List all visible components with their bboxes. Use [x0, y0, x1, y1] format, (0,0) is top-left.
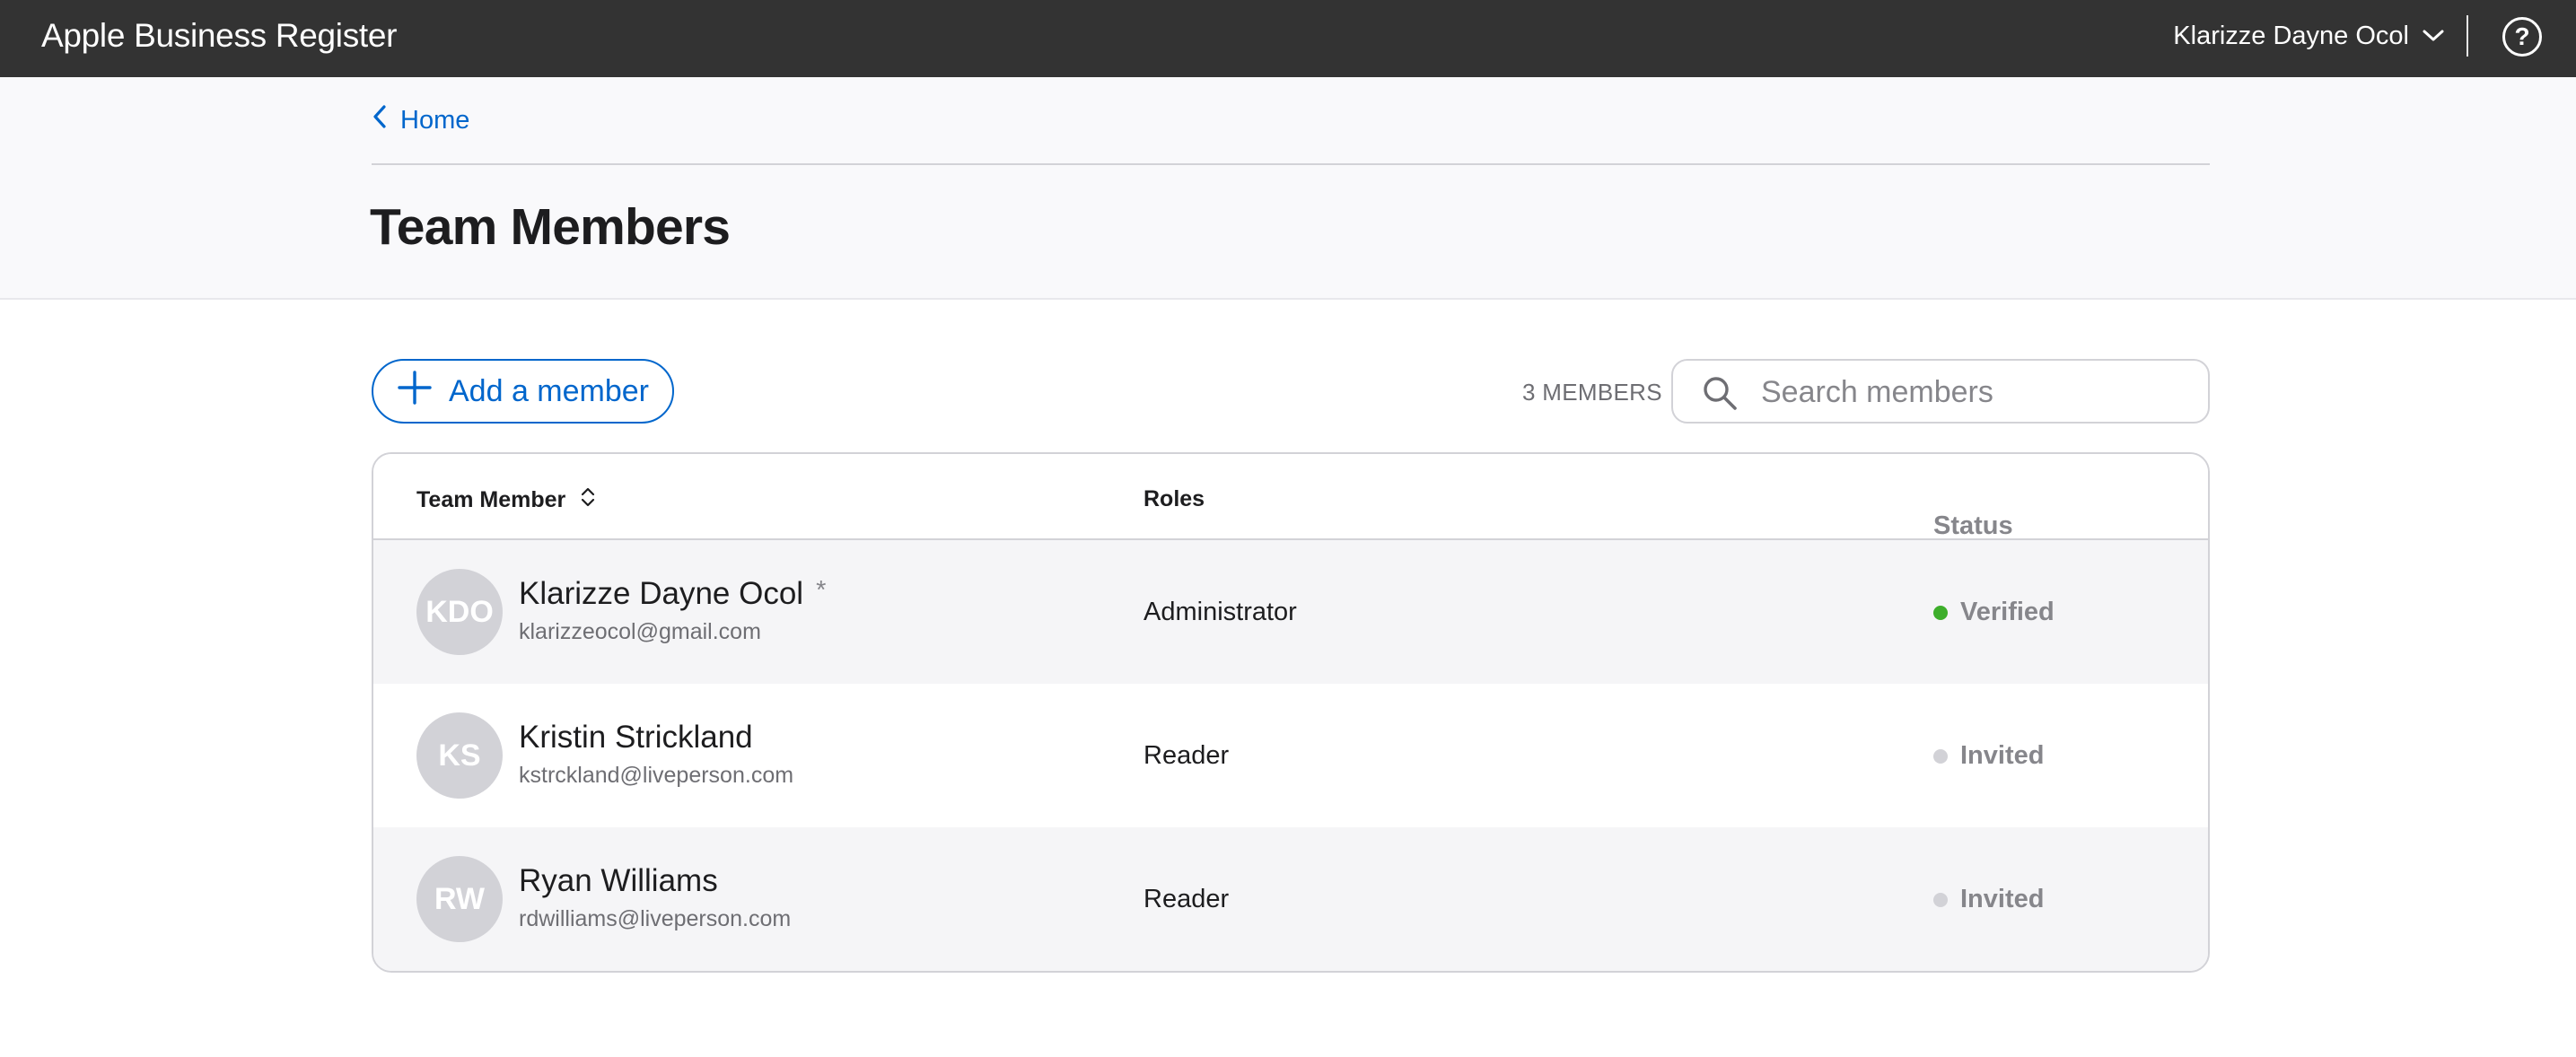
- member-name-text: Klarizze Dayne Ocol: [519, 576, 804, 611]
- page-title: Team Members: [370, 198, 731, 256]
- table-row[interactable]: KS Kristin Strickland kstrckland@liveper…: [373, 684, 2208, 827]
- table-row[interactable]: KDO Klarizze Dayne Ocol * klarizzeocol@gm…: [373, 540, 2208, 684]
- column-header-roles: Roles: [1143, 486, 1205, 511]
- avatar: KDO: [416, 569, 503, 655]
- status-label: Invited: [1960, 885, 2045, 913]
- status-dot-icon: [1933, 748, 1948, 764]
- add-member-label: Add a member: [449, 373, 649, 408]
- avatar: KS: [416, 712, 503, 799]
- status-badge: Invited: [1933, 885, 2044, 914]
- search-input[interactable]: [1761, 368, 2192, 416]
- table-row[interactable]: RW Ryan Williams rdwilliams@liveperson.c…: [373, 827, 2208, 971]
- member-email: klarizzeocol@gmail.com: [519, 619, 761, 644]
- chevron-down-icon: [2422, 29, 2445, 43]
- member-role: Reader: [1143, 741, 1230, 770]
- member-name: Klarizze Dayne Ocol *: [519, 576, 826, 612]
- status-badge: Verified: [1933, 598, 2055, 627]
- member-count: 3 MEMBERS: [1522, 379, 1662, 406]
- help-icon[interactable]: ?: [2502, 17, 2542, 57]
- user-name: Klarizze Dayne Ocol: [2173, 21, 2409, 50]
- current-user-marker: *: [816, 576, 827, 605]
- team-members-table: Team Member Roles Status KDO Klarizze Da…: [372, 452, 2210, 973]
- header-divider-line: [372, 163, 2210, 165]
- avatar: RW: [416, 856, 503, 942]
- search-icon: [1702, 375, 1738, 415]
- column-header-label: Team Member: [416, 487, 566, 512]
- status-label: Verified: [1960, 598, 2055, 626]
- chevron-left-icon: [372, 104, 388, 136]
- sort-icon: [580, 486, 596, 514]
- search-field[interactable]: [1671, 359, 2210, 424]
- column-header-status: Status: [1933, 511, 2013, 540]
- member-name-text: Ryan Williams: [519, 863, 718, 898]
- status-label: Invited: [1960, 741, 2045, 770]
- plus-icon: [397, 370, 433, 414]
- add-member-button[interactable]: Add a member: [372, 359, 674, 424]
- user-menu[interactable]: Klarizze Dayne Ocol: [2173, 0, 2445, 72]
- back-link[interactable]: Home: [372, 104, 469, 136]
- member-name: Ryan Williams: [519, 863, 718, 899]
- member-email: rdwilliams@liveperson.com: [519, 906, 792, 931]
- table-header: Team Member Roles Status: [373, 454, 2208, 540]
- member-role: Reader: [1143, 885, 1230, 913]
- member-role: Administrator: [1143, 598, 1297, 626]
- member-name-text: Kristin Strickland: [519, 720, 753, 755]
- member-email: kstrckland@liveperson.com: [519, 763, 794, 788]
- status-dot-icon: [1933, 605, 1948, 620]
- status-dot-icon: [1933, 892, 1948, 907]
- status-badge: Invited: [1933, 741, 2044, 771]
- member-name: Kristin Strickland: [519, 720, 753, 756]
- top-navigation-bar: Apple Business Register Klarizze Dayne O…: [0, 0, 2576, 77]
- column-header-team-member[interactable]: Team Member: [416, 486, 596, 514]
- app-title[interactable]: Apple Business Register: [41, 0, 398, 72]
- back-link-label: Home: [400, 105, 470, 135]
- header-divider: [2466, 15, 2468, 57]
